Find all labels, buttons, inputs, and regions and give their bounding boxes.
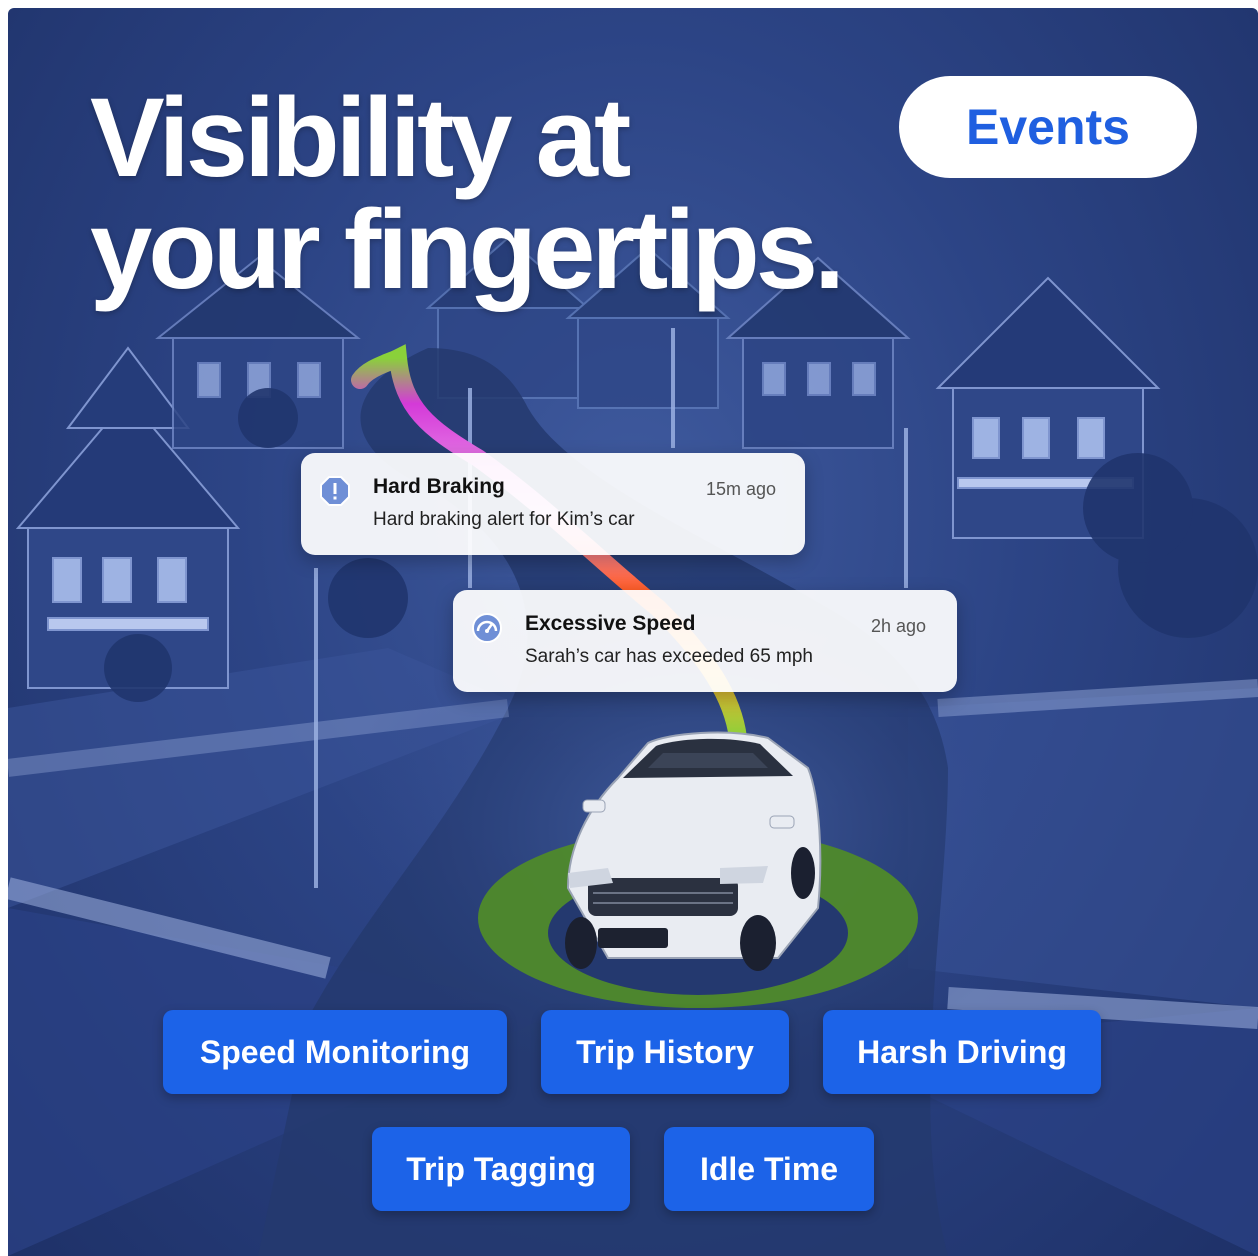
- speedometer-icon: [472, 613, 502, 643]
- notification-body: Sarah’s car has exceeded 65 mph: [525, 646, 813, 667]
- notification-time: 2h ago: [871, 616, 927, 636]
- chip-trip-tagging[interactable]: Trip Tagging: [372, 1127, 630, 1211]
- notification-excessive-speed[interactable]: Excessive Speed 2h ago Sarah’s car has e…: [453, 590, 957, 692]
- chip-trip-history[interactable]: Trip History: [541, 1010, 789, 1094]
- events-button[interactable]: Events: [899, 76, 1197, 178]
- headline: Visibility at your fingertips.: [90, 75, 845, 312]
- notification-time: 15m ago: [706, 479, 777, 499]
- headline-line-1: Visibility at: [90, 75, 631, 200]
- notification-hard-braking[interactable]: Hard Braking 15m ago Hard braking alert …: [301, 453, 805, 555]
- chip-speed-monitoring[interactable]: Speed Monitoring: [163, 1010, 507, 1094]
- notification-title: Excessive Speed: [525, 612, 696, 635]
- notification-body: Hard braking alert for Kim’s car: [373, 509, 635, 530]
- headline-line-2: your fingertips.: [90, 187, 845, 312]
- promo-card: Visibility at your fingertips. Events Ha…: [8, 8, 1258, 1256]
- chip-harsh-driving[interactable]: Harsh Driving: [823, 1010, 1101, 1094]
- chip-idle-time[interactable]: Idle Time: [664, 1127, 874, 1211]
- alert-octagon-icon: [320, 476, 350, 506]
- notification-title: Hard Braking: [373, 475, 505, 498]
